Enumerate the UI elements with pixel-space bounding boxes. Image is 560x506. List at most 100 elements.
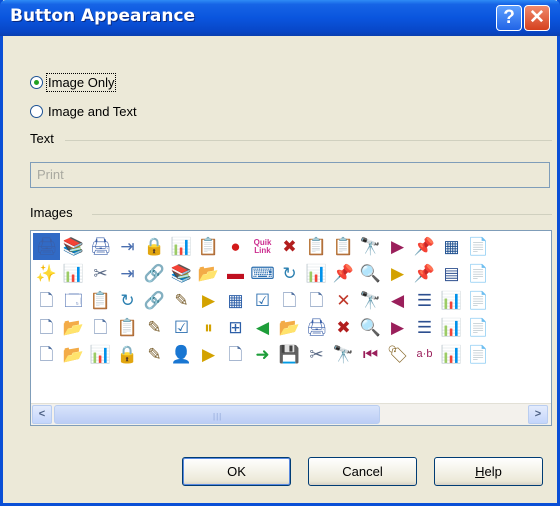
binoculars-icon[interactable]: 🔭 [330, 341, 357, 368]
play-icon[interactable]: ▶ [195, 341, 222, 368]
doc-icon[interactable]: 📄 [465, 287, 492, 314]
table-icon[interactable]: ▤ [438, 260, 465, 287]
tree-icon[interactable]: ⊞ [222, 314, 249, 341]
prev-icon[interactable]: ◀ [384, 287, 411, 314]
button-text-field[interactable]: Print [30, 162, 550, 188]
lock-icon[interactable]: 🔒 [114, 341, 141, 368]
record-icon[interactable]: ● [222, 233, 249, 260]
image-gallery[interactable]: 🖨 📚 🖨 ⇥ 🔒 📊 📋 ● Quik Link ✖ 📋 📋 🔭 ▶ 📌 ▦ 📄 ✨ 📊 ✂ ⇥ 🔗 📚 📂 ▬ ⌨ ↻ 📊 📌 🔍 ▶ 📌… [30, 230, 552, 426]
pencil-icon[interactable]: ✎ [141, 314, 168, 341]
scroll-left-button[interactable]: < [32, 405, 52, 424]
link-icon[interactable]: 🔗 [141, 287, 168, 314]
close-button[interactable]: ✕ [524, 5, 550, 31]
dash-icon[interactable]: ▬ [222, 260, 249, 287]
next-icon[interactable]: ▶ [384, 233, 411, 260]
refresh-icon[interactable]: ↻ [276, 260, 303, 287]
pencil-icon[interactable]: ✎ [168, 287, 195, 314]
scissors-icon[interactable]: ✂ [303, 341, 330, 368]
first-icon[interactable]: ⏮ [357, 341, 384, 368]
page-icon[interactable]: 🗋 [33, 341, 60, 368]
window-icon[interactable]: 🗔 [60, 287, 87, 314]
binoculars-icon[interactable]: 🔭 [357, 287, 384, 314]
copy-icon[interactable]: 📋 [303, 233, 330, 260]
doc-icon[interactable]: 📄 [465, 233, 492, 260]
folder-icon[interactable]: 📂 [60, 314, 87, 341]
code-icon[interactable]: ⌨ [249, 260, 276, 287]
tag-icon[interactable]: 🏷 [384, 341, 411, 368]
close-icon[interactable]: ✕ [330, 287, 357, 314]
check-icon[interactable]: ☑ [249, 287, 276, 314]
image-and-text-option[interactable]: Image and Text [30, 104, 137, 119]
page-icon[interactable]: 🗋 [33, 287, 60, 314]
folder-icon[interactable]: 📂 [60, 341, 87, 368]
chart-icon[interactable]: 📊 [438, 314, 465, 341]
image-only-radio[interactable] [30, 76, 43, 89]
doc-icon[interactable]: 📄 [465, 260, 492, 287]
indent-icon[interactable]: ⇥ [114, 233, 141, 260]
book-icon[interactable]: 📚 [60, 233, 87, 260]
next-icon[interactable]: ▶ [384, 314, 411, 341]
chart-icon[interactable]: 📊 [87, 341, 114, 368]
chart-icon[interactable]: 📊 [438, 287, 465, 314]
pause-icon[interactable]: ⏸ [195, 314, 222, 341]
check-icon[interactable]: ☑ [168, 314, 195, 341]
cancel-icon[interactable]: ✖ [276, 233, 303, 260]
ok-button[interactable]: OK [182, 457, 291, 486]
printer-icon[interactable]: 🖨 [303, 314, 330, 341]
book-icon[interactable]: 📚 [168, 260, 195, 287]
find-icon[interactable]: 🔍 [357, 260, 384, 287]
chart-icon[interactable]: 📊 [168, 233, 195, 260]
image-only-option[interactable]: Image Only [30, 73, 117, 92]
help-button[interactable]: Help [434, 457, 543, 486]
play-icon[interactable]: ▶ [195, 287, 222, 314]
refresh-icon[interactable]: ↻ [114, 287, 141, 314]
scissors-icon[interactable]: ✂ [87, 260, 114, 287]
copy-icon[interactable]: 📋 [114, 314, 141, 341]
title-bar[interactable]: Button Appearance ? ✕ [0, 0, 560, 36]
pencil-icon[interactable]: ✎ [141, 341, 168, 368]
a-b-icon[interactable]: a·b [411, 341, 438, 368]
copy-icon[interactable]: 📋 [330, 233, 357, 260]
printer-icon[interactable]: 🖨 [33, 233, 60, 260]
new-icon[interactable]: ✨ [33, 260, 60, 287]
scroll-right-button[interactable]: > [528, 405, 548, 424]
indent-icon[interactable]: ⇥ [114, 260, 141, 287]
page-icon[interactable]: 🗋 [303, 287, 330, 314]
user-icon[interactable]: 👤 [168, 341, 195, 368]
lock-icon[interactable]: 🔒 [141, 233, 168, 260]
page-icon[interactable]: 🗋 [33, 314, 60, 341]
paste-icon[interactable]: 📌 [330, 260, 357, 287]
image-and-text-radio[interactable] [30, 105, 43, 118]
cancel-icon[interactable]: ✖ [330, 314, 357, 341]
paste-icon[interactable]: 📌 [411, 233, 438, 260]
folder-icon[interactable]: 📂 [195, 260, 222, 287]
help-question-button[interactable]: ? [496, 5, 522, 31]
folder-icon[interactable]: 📂 [276, 314, 303, 341]
list-icon[interactable]: ☰ [411, 314, 438, 341]
copy-icon[interactable]: 📋 [195, 233, 222, 260]
page-icon[interactable]: 🗋 [276, 287, 303, 314]
grid-icon[interactable]: ▦ [222, 287, 249, 314]
link-icon[interactable]: 🔗 [141, 260, 168, 287]
form-icon[interactable]: ▦ [438, 233, 465, 260]
cancel-button[interactable]: Cancel [308, 457, 417, 486]
chart-icon[interactable]: 📊 [438, 341, 465, 368]
binoculars-icon[interactable]: 🔭 [357, 233, 384, 260]
page-icon[interactable]: 🗋 [222, 341, 249, 368]
doc-icon[interactable]: 📄 [465, 341, 492, 368]
quik-link-icon[interactable]: Quik Link [249, 233, 276, 260]
doc-icon[interactable]: 📄 [465, 314, 492, 341]
play-icon[interactable]: ▶ [384, 260, 411, 287]
horizontal-scrollbar[interactable]: < ||| > [31, 403, 551, 425]
back-icon[interactable]: ◀ [249, 314, 276, 341]
forward-icon[interactable]: ➜ [249, 341, 276, 368]
save-icon[interactable]: 💾 [276, 341, 303, 368]
chart-icon[interactable]: 📊 [60, 260, 87, 287]
page-icon[interactable]: 🗋 [87, 314, 114, 341]
paste-icon[interactable]: 📌 [411, 260, 438, 287]
printer-icon[interactable]: 🖨 [87, 233, 114, 260]
find-icon[interactable]: 🔍 [357, 314, 384, 341]
scrollbar-thumb[interactable]: ||| [54, 405, 380, 424]
list-icon[interactable]: ☰ [411, 287, 438, 314]
copy-icon[interactable]: 📋 [87, 287, 114, 314]
